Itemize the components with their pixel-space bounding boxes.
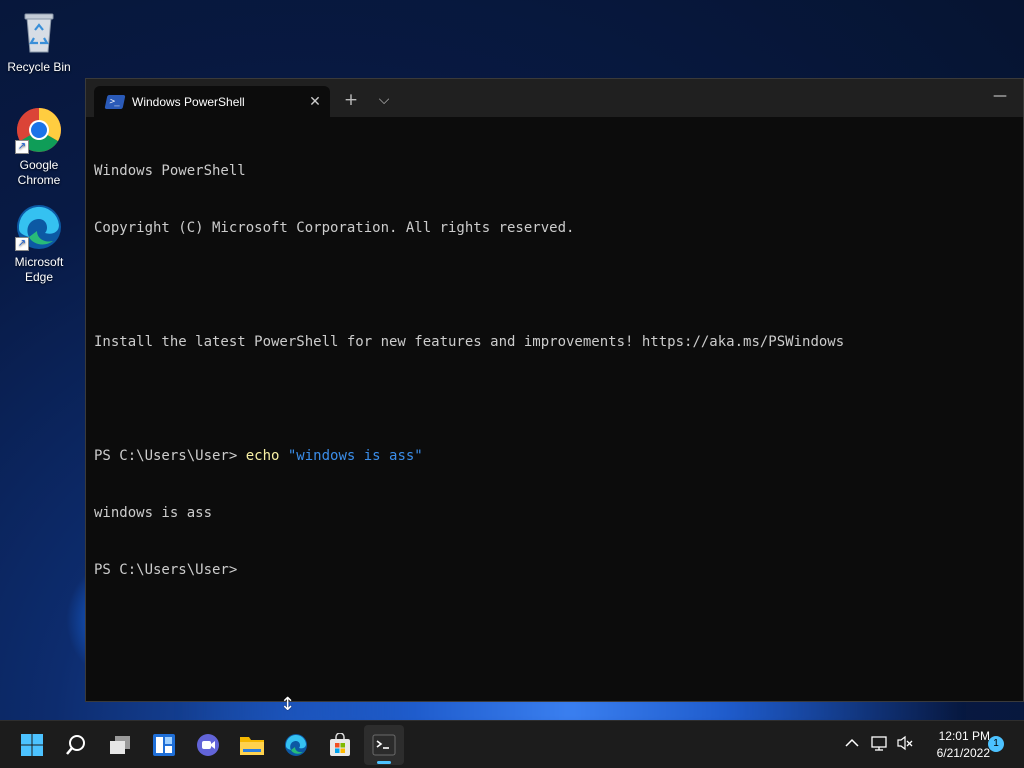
search-button[interactable] [56, 725, 96, 765]
tab-close-icon[interactable]: ✕ [302, 89, 328, 115]
desktop-icon-label: Google Chrome [17, 158, 61, 187]
chat-icon [197, 734, 219, 756]
terminal-taskbar-button[interactable] [364, 725, 404, 765]
desktop-icon-label: Recycle Bin [7, 60, 71, 74]
desktop-icon-chrome[interactable]: ↗ Google Chrome [0, 106, 78, 188]
tab-windows-powershell[interactable]: >_ Windows PowerShell ✕ [94, 86, 330, 117]
search-icon [66, 735, 85, 755]
console-line: Windows PowerShell [94, 163, 246, 179]
console-output[interactable]: Windows PowerShell Copyright (C) Microso… [94, 124, 1015, 701]
new-tab-button[interactable]: + [337, 88, 365, 112]
console-prompt-line: PS C:\Users\User> [94, 562, 238, 578]
clock-date: 6/21/2022 [936, 746, 990, 760]
volume-button[interactable] [895, 735, 915, 755]
chrome-icon: ↗ [15, 106, 63, 154]
edge-icon [285, 734, 307, 756]
store-button[interactable] [320, 725, 360, 765]
start-button[interactable] [12, 725, 52, 765]
command-name: echo [245, 448, 280, 464]
shortcut-arrow-icon: ↗ [15, 237, 29, 251]
taskbar: 12:01 PM 6/21/2022 1 [0, 720, 1024, 768]
console-line: Install the latest PowerShell for new fe… [94, 334, 845, 350]
recycle-bin-icon [15, 8, 63, 56]
windows-logo-icon [21, 734, 43, 756]
prompt: PS C:\Users\User> [94, 448, 246, 464]
network-button[interactable] [870, 735, 890, 755]
console-line: windows is ass [94, 505, 213, 521]
clock-time: 12:01 PM [938, 729, 990, 743]
terminal-window: >_ Windows PowerShell ✕ + ⌵ — Windows Po… [85, 78, 1024, 702]
task-view-button[interactable] [100, 725, 140, 765]
network-icon [871, 736, 887, 751]
shortcut-arrow-icon: ↗ [15, 140, 29, 154]
widgets-button[interactable] [144, 725, 184, 765]
active-app-indicator [377, 761, 391, 764]
desktop-icon-label: Microsoft Edge [14, 255, 64, 284]
desktop-icon-recycle-bin[interactable]: Recycle Bin [0, 8, 78, 75]
volume-muted-icon [897, 735, 913, 751]
system-clock[interactable]: 12:01 PM 6/21/2022 [920, 728, 990, 762]
edge-icon: ↗ [15, 203, 63, 251]
command-argument: "windows is ass" [287, 448, 423, 464]
tab-dropdown-button[interactable]: ⌵ [370, 88, 398, 112]
file-explorer-icon [240, 737, 264, 755]
tab-title: Windows PowerShell [132, 94, 245, 109]
title-bar[interactable]: >_ Windows PowerShell ✕ + ⌵ — [86, 79, 1023, 117]
chevron-up-icon [845, 738, 859, 747]
notification-badge[interactable]: 1 [988, 736, 1004, 752]
console-command-line: PS C:\Users\User> echo "windows is ass" [94, 447, 1015, 466]
resize-cursor-icon: ↕ [280, 694, 296, 715]
terminal-icon [372, 734, 396, 756]
file-explorer-button[interactable] [232, 725, 272, 765]
store-icon [330, 733, 350, 756]
chat-button[interactable] [188, 725, 228, 765]
show-hidden-icons-button[interactable] [842, 735, 862, 755]
desktop-icon-edge[interactable]: ↗ Microsoft Edge [0, 203, 78, 285]
edge-taskbar-button[interactable] [276, 725, 316, 765]
task-view-icon [110, 736, 130, 754]
minimize-button[interactable]: — [977, 79, 1023, 117]
console-line: Copyright (C) Microsoft Corporation. All… [94, 220, 575, 236]
widgets-icon [153, 734, 175, 756]
powershell-icon: >_ [104, 94, 126, 109]
